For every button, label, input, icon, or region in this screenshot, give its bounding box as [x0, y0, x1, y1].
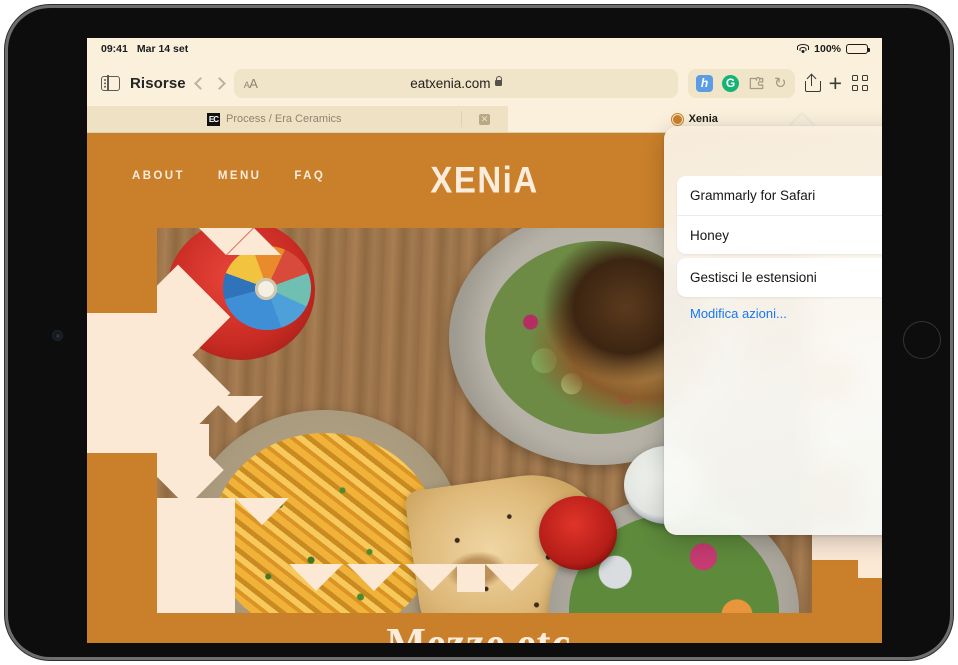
browser-toolbar: Risorse AA eatxenia.com h G ↻ + — [87, 60, 882, 106]
chevron-right-icon — [212, 76, 226, 90]
popover-row-honey[interactable]: Honey h — [677, 215, 882, 254]
photo-dip-red — [539, 496, 617, 570]
extensions-toolbar-group: h G ↻ — [687, 68, 795, 98]
tab-overview-button[interactable] — [852, 75, 868, 91]
geo-shape — [209, 396, 263, 423]
geo-shape — [812, 560, 858, 606]
geo-shape — [457, 564, 485, 592]
address-bar[interactable]: AA eatxenia.com — [233, 68, 678, 98]
popover-row-label: Honey — [690, 227, 730, 243]
url-host: eatxenia.com — [410, 75, 491, 91]
lock-icon — [494, 75, 503, 86]
photo-ball — [223, 246, 311, 330]
geo-shape — [347, 564, 401, 591]
battery-percent: 100% — [814, 43, 841, 55]
popover-row-label: Grammarly for Safari — [690, 188, 816, 203]
battery-icon — [846, 43, 871, 55]
share-icon — [804, 73, 821, 92]
status-date: Mar 14 set — [136, 43, 189, 55]
ipad-device-frame: 09:41 Mar 14 set 100% Risorse AA eatxeni… — [8, 8, 950, 657]
grammarly-icon[interactable]: G — [721, 74, 739, 92]
back-button[interactable] — [193, 76, 207, 90]
status-bar: 09:41 Mar 14 set 100% — [87, 38, 882, 60]
geo-shape — [227, 228, 281, 255]
forward-button[interactable] — [212, 76, 226, 90]
front-camera — [52, 330, 63, 341]
puzzle-piece-icon[interactable] — [748, 75, 765, 92]
page-heading: Mezze etc. — [87, 620, 882, 643]
sidebar-label: Risorse — [130, 74, 186, 92]
url-text: eatxenia.com — [234, 75, 678, 91]
status-time: 09:41 — [101, 43, 128, 55]
close-tab-icon: ✕ — [479, 113, 490, 125]
close-tab-button[interactable]: ✕ — [461, 106, 508, 132]
popover-row-grammarly[interactable]: Grammarly for Safari G — [677, 176, 882, 215]
honey-icon[interactable]: h — [695, 74, 713, 92]
reload-icon[interactable]: ↻ — [774, 74, 787, 92]
device-screen: 09:41 Mar 14 set 100% Risorse AA eatxeni… — [87, 38, 882, 643]
plus-icon: + — [828, 69, 842, 96]
geo-shape — [87, 313, 157, 453]
geo-shape — [289, 564, 343, 591]
home-button[interactable] — [903, 321, 941, 359]
era-ceramics-favicon: EC — [206, 112, 220, 126]
geo-shape — [157, 298, 173, 410]
popover-manage-group: Gestisci le estensioni — [677, 258, 882, 297]
popover-extensions-group: Grammarly for Safari G Honey h — [677, 176, 882, 254]
geo-shape — [405, 564, 459, 591]
geo-shape — [485, 564, 539, 591]
geo-shape — [87, 453, 157, 521]
wifi-icon — [796, 44, 809, 54]
share-button[interactable] — [804, 73, 821, 92]
edit-actions-link[interactable]: Modifica azioni... — [690, 306, 787, 321]
tab-era-ceramics[interactable]: EC Process / Era Ceramics — [87, 106, 462, 132]
tab-title: Xenia — [688, 113, 718, 125]
popover-row-manage-extensions[interactable]: Gestisci le estensioni — [677, 258, 882, 297]
extensions-popover: ✕ Grammarly for Safari G Honey h Gestisc… — [664, 126, 882, 535]
sidebar-icon — [101, 74, 120, 92]
tab-overview-icon — [852, 75, 868, 91]
geo-shape — [157, 498, 235, 613]
popover-row-label: Gestisci le estensioni — [690, 270, 817, 285]
xenia-favicon — [671, 113, 683, 125]
new-tab-button[interactable]: + — [828, 69, 842, 96]
chevron-left-icon — [193, 76, 207, 90]
tab-title: Process / Era Ceramics — [225, 113, 342, 125]
sidebar-toggle-button[interactable] — [101, 74, 120, 92]
geo-shape — [235, 498, 289, 525]
